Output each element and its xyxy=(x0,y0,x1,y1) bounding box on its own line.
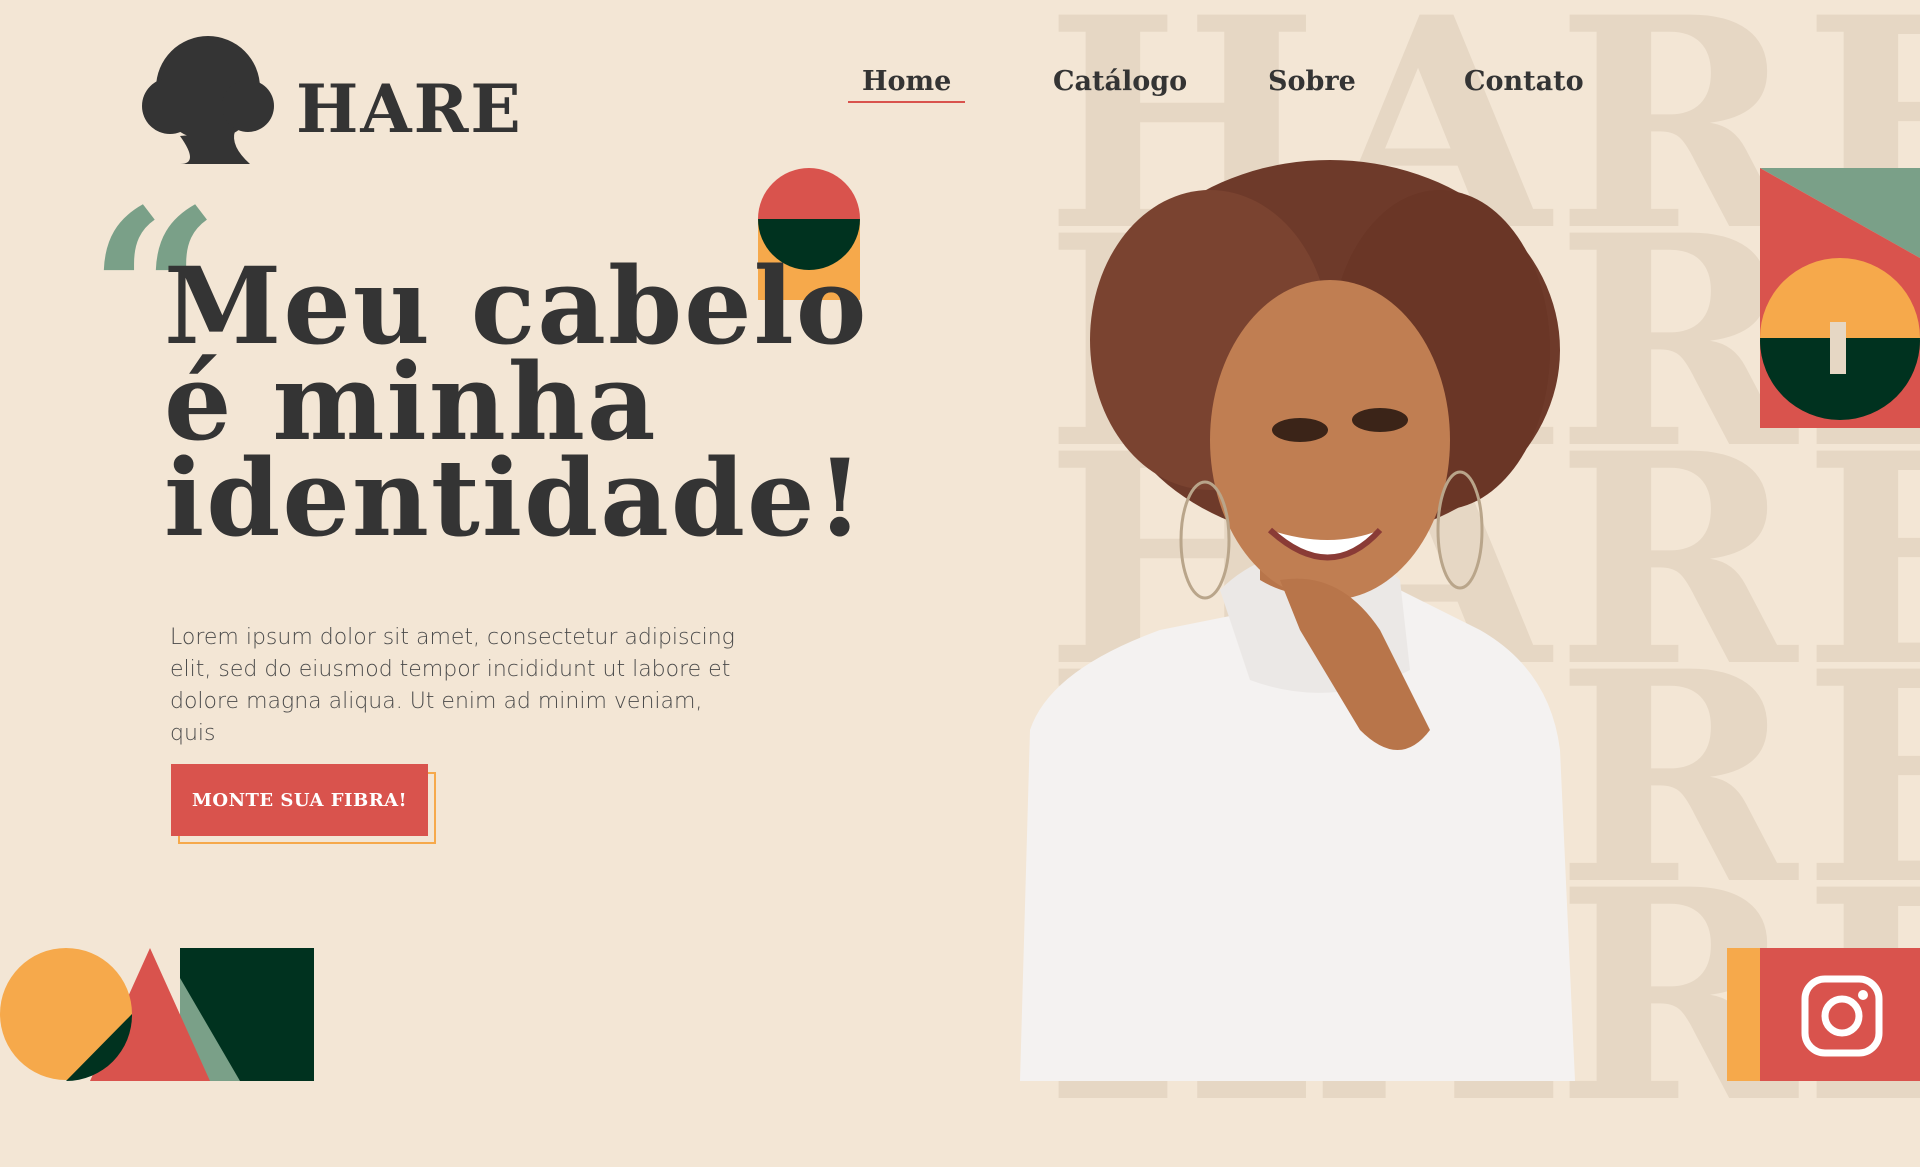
hero-description-line: elit, sed do eiusmod tempor incididunt u… xyxy=(170,657,731,682)
nav-sobre[interactable]: Sobre xyxy=(1268,66,1356,97)
woman-portrait-image xyxy=(1020,160,1575,1081)
right-geometric-decoration xyxy=(1760,168,1920,428)
instagram-decoration-stripe xyxy=(1727,948,1760,1081)
monte-sua-fibra-button[interactable]: MONTE SUA FIBRA! xyxy=(171,764,428,836)
logo-silhouette-icon xyxy=(142,36,274,164)
instagram-icon[interactable] xyxy=(1800,974,1884,1058)
hero-description: Lorem ipsum dolor sit amet, consectetur … xyxy=(170,622,750,750)
bottom-left-geometric-decoration xyxy=(0,948,314,1081)
nav-contato[interactable]: Contato xyxy=(1464,66,1584,97)
nav-catalogo[interactable]: Catálogo xyxy=(1053,66,1187,97)
brand-logo-text[interactable]: HARE xyxy=(296,70,523,148)
hero-title: Meu cabelo é minha identidade! xyxy=(164,253,869,560)
nav-home[interactable]: Home xyxy=(848,66,966,103)
hero-description-line: Lorem ipsum dolor sit amet, consectetur … xyxy=(170,625,735,650)
hero-description-line: dolore magna aliqua. Ut enim ad minim ve… xyxy=(170,689,703,746)
hero-title-line: identidade! xyxy=(164,435,866,560)
